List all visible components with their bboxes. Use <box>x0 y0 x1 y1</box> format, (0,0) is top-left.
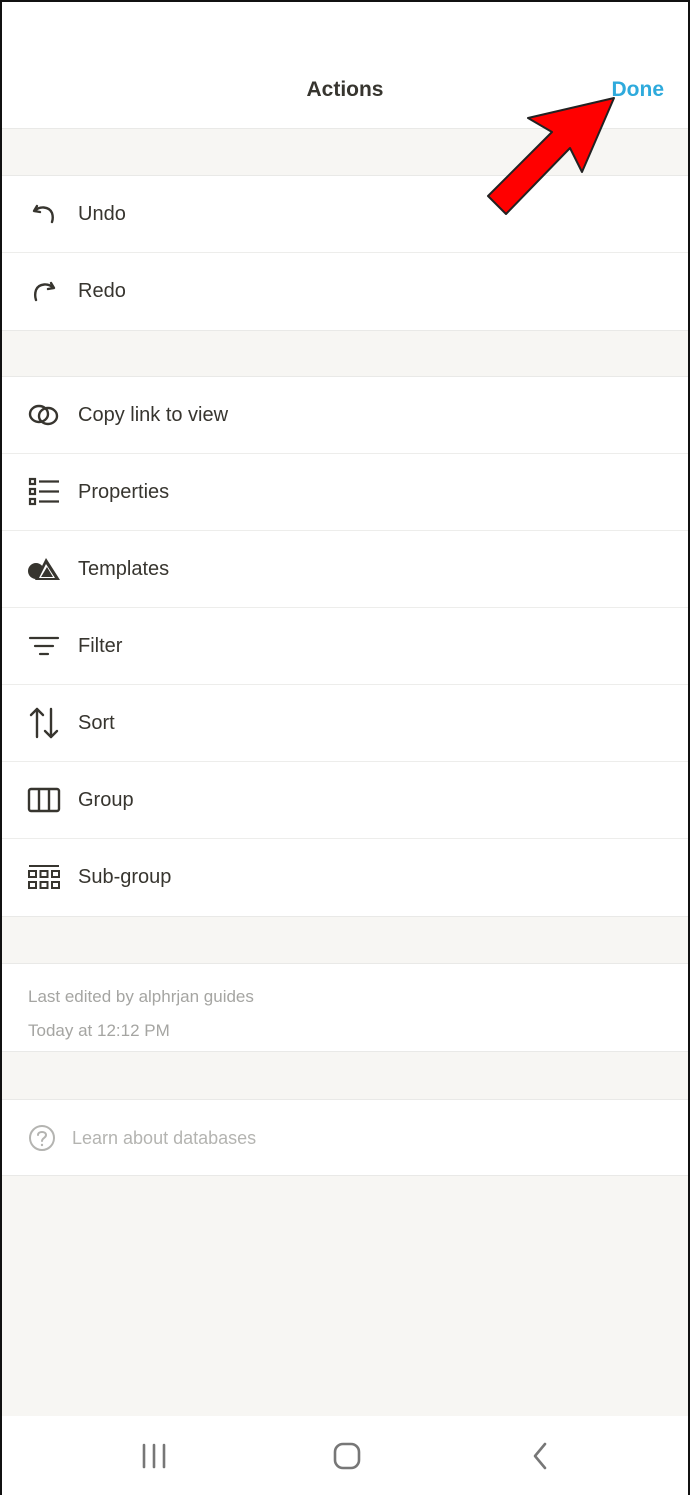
help-section: Learn about databases <box>2 1099 688 1176</box>
templates-label: Templates <box>78 557 170 580</box>
sort-arrows-icon <box>27 706 61 740</box>
templates-item[interactable]: Templates <box>2 531 688 608</box>
help-circle-icon <box>28 1124 56 1152</box>
undo-label: Undo <box>78 202 126 225</box>
group-label: Group <box>78 788 134 811</box>
redo-label: Redo <box>78 280 126 302</box>
redo-item[interactable]: Redo <box>2 253 688 330</box>
system-nav-bar <box>2 1416 688 1495</box>
properties-label: Properties <box>78 480 170 503</box>
properties-list-icon <box>27 475 61 509</box>
copy-link-item[interactable]: Copy link to view <box>2 377 688 454</box>
actions-header: Actions Done <box>2 2 688 129</box>
last-edited-time: Today at 12:12 PM <box>28 1021 170 1040</box>
learn-databases-label: Learn about databases <box>72 1127 257 1148</box>
filter-label: Filter <box>78 634 123 657</box>
recent-apps-icon <box>142 1443 166 1469</box>
sort-item[interactable]: Sort <box>2 685 688 762</box>
filter-icon <box>27 629 61 663</box>
redo-icon <box>27 275 61 309</box>
link-icon <box>27 398 61 432</box>
columns-icon <box>27 783 61 817</box>
edit-info-section: Last edited by alphrjan guides Today at … <box>2 963 688 1052</box>
undo-item[interactable]: Undo <box>2 176 688 253</box>
history-group: Undo Redo <box>2 175 688 331</box>
filter-item[interactable]: Filter <box>2 608 688 685</box>
group-item[interactable]: Group <box>2 762 688 839</box>
sort-label: Sort <box>78 711 115 734</box>
home-button[interactable] <box>327 1438 367 1474</box>
properties-item[interactable]: Properties <box>2 454 688 531</box>
phone-screen: Actions Done Undo Redo Copy link to view… <box>0 0 690 1495</box>
sub-group-label: Sub-group <box>78 866 172 888</box>
shapes-icon <box>27 552 61 586</box>
sub-group-item[interactable]: Sub-group <box>2 839 688 916</box>
learn-databases-link[interactable]: Learn about databases <box>2 1100 688 1176</box>
edit-info: Last edited by alphrjan guides Today at … <box>2 964 688 1064</box>
recent-apps-button[interactable] <box>134 1438 174 1474</box>
undo-icon <box>27 197 61 231</box>
back-icon <box>533 1442 547 1470</box>
page-title: Actions <box>306 78 384 101</box>
home-icon <box>333 1442 361 1470</box>
copy-link-label: Copy link to view <box>78 403 229 426</box>
grid-icon <box>27 861 61 895</box>
view-actions-group: Copy link to view Properties Templates F… <box>2 376 688 917</box>
done-button[interactable]: Done <box>612 78 665 102</box>
back-button[interactable] <box>520 1438 560 1474</box>
last-edited-by: Last edited by alphrjan guides <box>28 987 254 1006</box>
